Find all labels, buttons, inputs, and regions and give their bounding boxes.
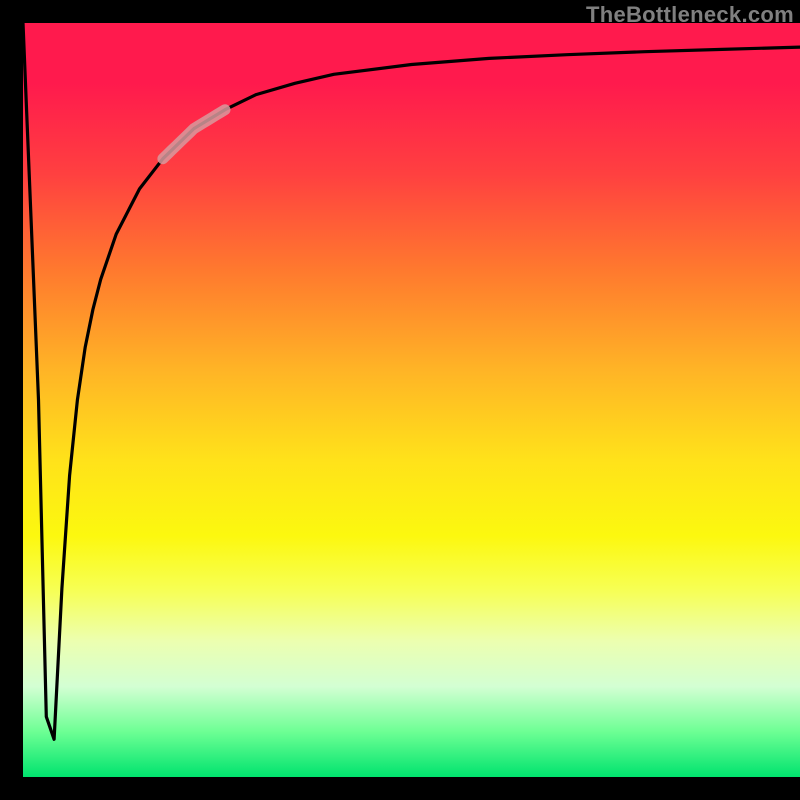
bottleneck-curve: [23, 23, 800, 739]
highlight-segment: [163, 110, 225, 159]
curve-svg: [23, 23, 800, 777]
plot-area: [23, 23, 800, 777]
chart-frame: TheBottleneck.com: [0, 0, 800, 800]
